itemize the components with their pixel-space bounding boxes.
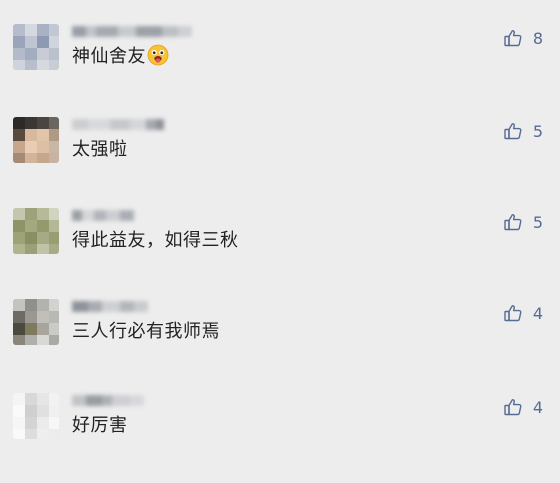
comment-text: 得此益友，如得三秋 xyxy=(72,230,239,251)
like-count: 5 xyxy=(532,212,543,232)
like-button[interactable]: 5 xyxy=(503,212,543,232)
thumbs-up-icon xyxy=(504,123,522,140)
avatar[interactable] xyxy=(13,393,59,439)
avatar[interactable] xyxy=(13,208,59,254)
blurred-username xyxy=(72,119,164,130)
thumbs-up-icon xyxy=(504,305,522,322)
thumbs-up-icon xyxy=(504,214,522,231)
tongue-out-emoji-icon xyxy=(147,44,169,66)
comment-text: 好厉害 xyxy=(72,415,128,436)
avatar[interactable] xyxy=(13,24,59,70)
like-button[interactable]: 8 xyxy=(503,28,543,48)
comment-text: 三人行必有我师焉 xyxy=(72,321,220,342)
comment-item: 太强啦 5 xyxy=(0,117,560,207)
thumbs-up-icon xyxy=(504,30,522,47)
thumbs-up-icon xyxy=(504,399,522,416)
blurred-username xyxy=(72,301,148,312)
blurred-username xyxy=(72,210,134,221)
like-button[interactable]: 5 xyxy=(503,121,543,141)
like-count: 4 xyxy=(532,397,543,417)
like-button[interactable]: 4 xyxy=(503,303,543,323)
comment-item: 三人行必有我师焉 4 xyxy=(0,299,560,389)
comment-item: 得此益友，如得三秋 5 xyxy=(0,208,560,298)
blurred-username xyxy=(72,26,192,37)
like-count: 4 xyxy=(532,303,543,323)
like-count: 5 xyxy=(532,121,543,141)
comment-item: 好厉害 4 xyxy=(0,393,560,483)
comment-text: 神仙舍友 xyxy=(72,44,169,70)
avatar[interactable] xyxy=(13,117,59,163)
like-count: 8 xyxy=(532,28,543,48)
avatar[interactable] xyxy=(13,299,59,345)
like-button[interactable]: 4 xyxy=(503,397,543,417)
comment-text: 太强啦 xyxy=(72,139,128,160)
comment-item: 神仙舍友 8 xyxy=(0,24,560,114)
blurred-username xyxy=(72,395,144,406)
